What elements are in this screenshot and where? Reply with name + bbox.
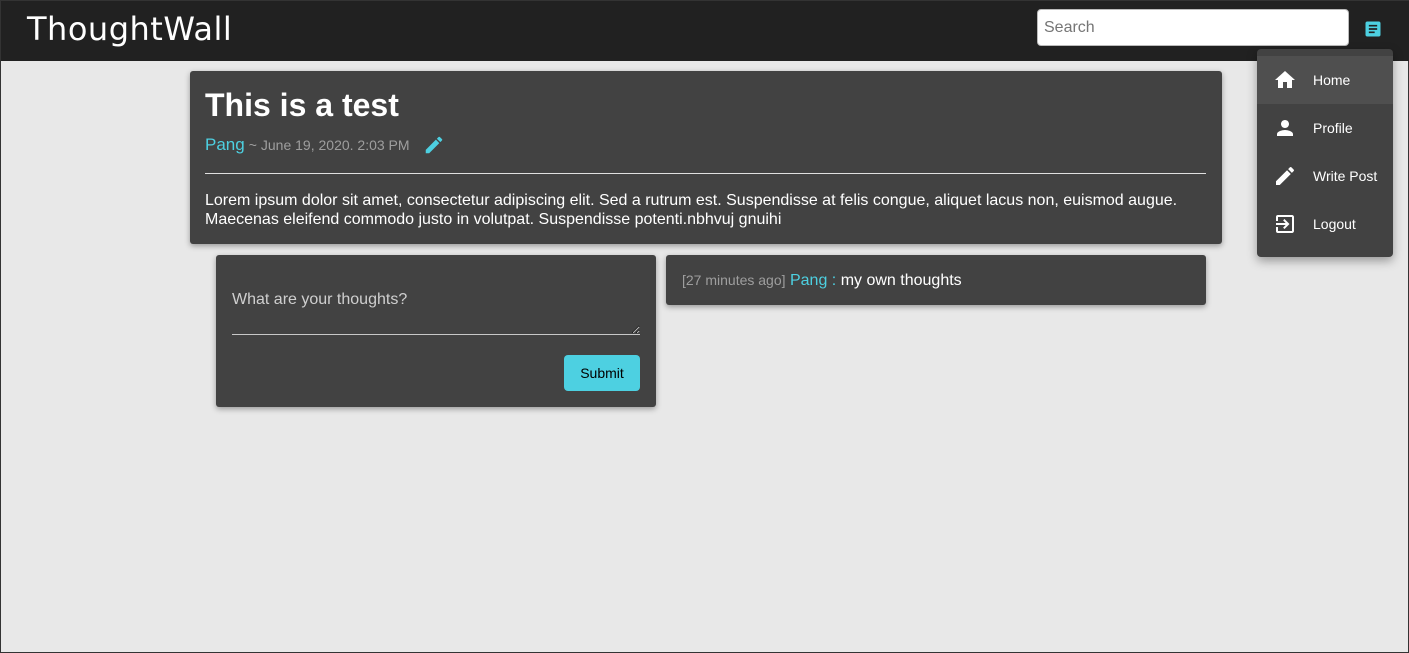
thought-text: my own thoughts bbox=[840, 272, 962, 289]
home-icon bbox=[1273, 68, 1297, 92]
pencil-icon bbox=[425, 136, 442, 154]
thought-item: [27 minutes ago] Pang : my own thoughts bbox=[666, 255, 1206, 305]
thought-line: [27 minutes ago] Pang : my own thoughts bbox=[682, 272, 962, 290]
edit-post-button[interactable] bbox=[422, 133, 446, 157]
post-card: This is a test Pang ~ June 19, 2020. 2:0… bbox=[190, 71, 1222, 244]
post-body: Lorem ipsum dolor sit amet, consectetur … bbox=[205, 192, 1178, 228]
thought-author-link[interactable]: Pang bbox=[790, 272, 827, 289]
post-divider bbox=[205, 173, 1206, 174]
menu-list-icon bbox=[1365, 21, 1381, 37]
submit-button[interactable]: Submit bbox=[564, 355, 640, 391]
post-author-link[interactable]: Pang bbox=[205, 135, 245, 155]
menu-item-home[interactable]: Home bbox=[1257, 56, 1393, 104]
post-meta: Pang ~ June 19, 2020. 2:03 PM bbox=[205, 133, 446, 157]
pencil-icon bbox=[1273, 164, 1297, 188]
thought-time: [27 minutes ago] bbox=[682, 272, 786, 288]
menu-item-profile[interactable]: Profile bbox=[1257, 104, 1393, 152]
menu-item-write-post[interactable]: Write Post bbox=[1257, 152, 1393, 200]
post-date: June 19, 2020. 2:03 PM bbox=[260, 137, 410, 153]
person-icon bbox=[1273, 116, 1297, 140]
menu-item-label: Profile bbox=[1313, 120, 1353, 136]
top-app-bar: ThoughtWall bbox=[1, 1, 1409, 61]
meta-separator: ~ bbox=[248, 137, 257, 153]
app-brand[interactable]: ThoughtWall bbox=[27, 10, 232, 48]
logout-icon bbox=[1273, 212, 1297, 236]
menu-item-label: Home bbox=[1313, 72, 1351, 88]
menu-item-label: Logout bbox=[1313, 216, 1356, 232]
menu-item-label: Write Post bbox=[1313, 168, 1378, 184]
post-title: This is a test bbox=[205, 87, 399, 123]
search-input[interactable] bbox=[1037, 9, 1349, 46]
thought-form: Submit bbox=[216, 255, 656, 407]
thought-separator: : bbox=[831, 272, 837, 289]
thought-input[interactable] bbox=[232, 285, 640, 335]
nav-dropdown-menu: Home Profile Write Post Logout bbox=[1257, 49, 1393, 257]
menu-button[interactable] bbox=[1361, 17, 1385, 41]
menu-item-logout[interactable]: Logout bbox=[1257, 200, 1393, 248]
